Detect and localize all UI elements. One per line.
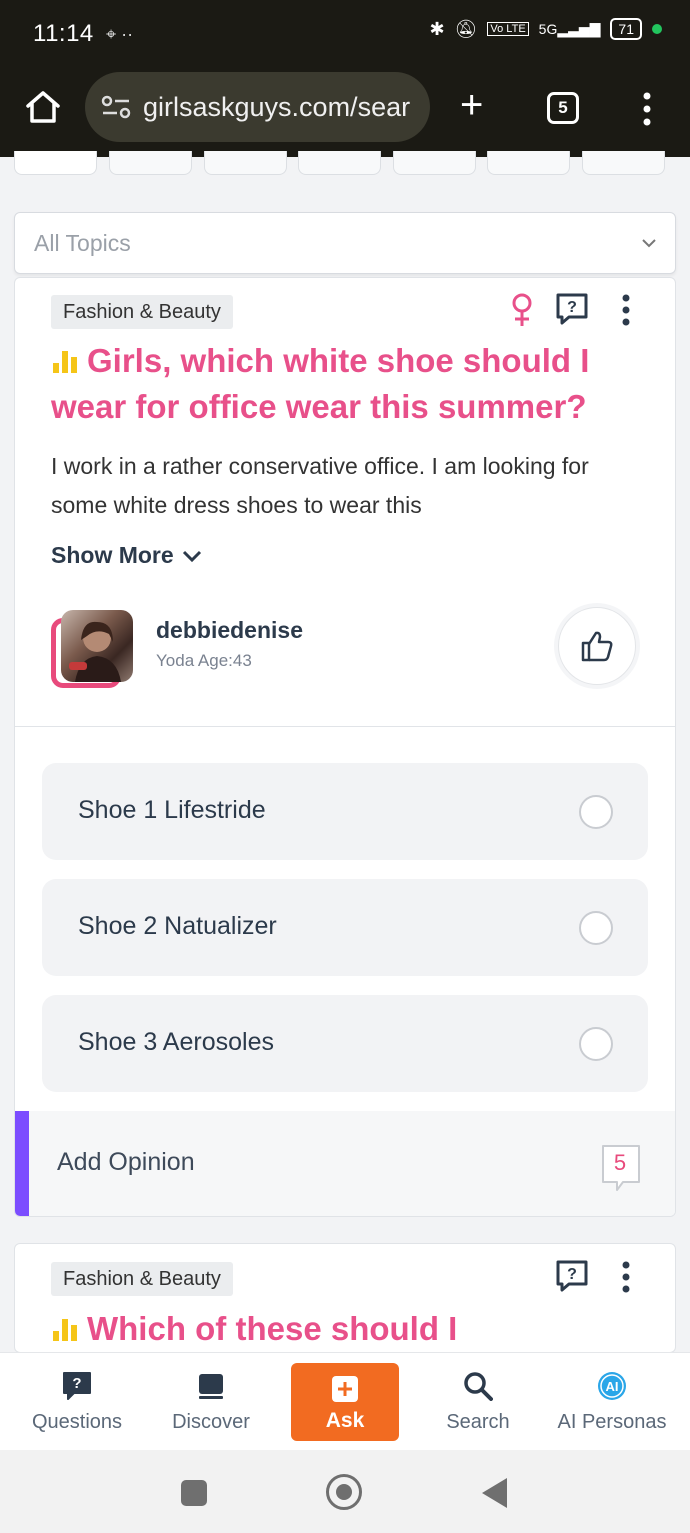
question-body: I work in a rather conservative office. … <box>51 453 589 518</box>
thumbs-up-icon <box>581 631 613 662</box>
battery-indicator: 71 <box>610 18 642 40</box>
question-title[interactable]: Girls, which white shoe should I wear fo… <box>51 338 651 430</box>
url-text: girlsaskguys.com/sear <box>143 91 411 122</box>
volte-icon: Vo LTE <box>487 22 529 36</box>
more-options-icon[interactable] <box>619 294 633 326</box>
signal-icon: 5G▂▃▅▇ <box>538 20 601 37</box>
poll-option-radio[interactable] <box>579 911 613 945</box>
more-options-icon[interactable] <box>619 1261 633 1293</box>
poll-option-radio[interactable] <box>579 1027 613 1061</box>
back-icon[interactable] <box>482 1478 507 1508</box>
ask-button[interactable]: Ask <box>291 1363 399 1441</box>
ai-personas-icon: AI <box>598 1372 626 1400</box>
accent-bar <box>15 1111 29 1216</box>
chevron-down-icon <box>182 550 201 562</box>
question-bubble-icon: ? <box>63 1372 91 1400</box>
filter-chip[interactable] <box>487 151 570 175</box>
poll-option-label: Shoe 1 Lifestride <box>78 796 266 824</box>
bluetooth-icon: ✱ <box>429 18 445 39</box>
poll-icon <box>53 351 77 373</box>
poll-option[interactable]: Shoe 2 Natualizer <box>42 879 648 976</box>
add-opinion-button[interactable]: Add Opinion 5 <box>15 1111 675 1216</box>
search-icon <box>464 1372 493 1401</box>
avatar-image <box>61 610 133 682</box>
opinion-count: 5 <box>613 1150 627 1175</box>
like-button[interactable] <box>558 607 636 685</box>
svg-text:?: ? <box>567 299 577 316</box>
add-icon <box>332 1376 358 1402</box>
url-bar-row: girlsaskguys.com/sear + 5 <box>0 68 690 157</box>
divider <box>15 726 675 727</box>
poll-icon <box>53 1319 77 1341</box>
browser-menu-icon[interactable] <box>640 92 654 126</box>
location-icon: ⌖ ·· <box>106 24 134 44</box>
nav-ai-personas[interactable]: AI AI Personas <box>548 1353 676 1451</box>
author-info: Yoda Age:43 <box>156 651 252 670</box>
status-icons: ✱ 🔕︎ Vo LTE 5G▂▃▅▇ 71 <box>429 18 662 40</box>
poll-option-radio[interactable] <box>579 795 613 829</box>
chevron-down-icon <box>642 239 656 248</box>
filter-chip[interactable] <box>204 151 287 175</box>
tab-switcher-button[interactable]: 5 <box>547 92 579 124</box>
bottom-nav: ? Questions Discover Ask Search AI AI Pe… <box>0 1352 690 1450</box>
mute-icon: 🔕︎ <box>454 18 478 39</box>
category-tag[interactable]: Fashion & Beauty <box>51 1262 233 1296</box>
topic-select-placeholder: All Topics <box>34 230 131 256</box>
nav-discover[interactable]: Discover <box>160 1353 262 1451</box>
site-settings-icon[interactable] <box>101 95 131 119</box>
filter-chip[interactable] <box>109 151 192 175</box>
poll-option-label: Shoe 2 Natualizer <box>78 912 277 940</box>
home-icon[interactable] <box>24 88 62 126</box>
browser-chrome: 11:14 ⌖ ·· ✱ 🔕︎ Vo LTE 5G▂▃▅▇ 71 girlsas… <box>0 0 690 157</box>
poll-option-label: Shoe 3 Aerosoles <box>78 1028 274 1056</box>
filter-chip[interactable] <box>393 151 476 175</box>
svg-text:AI: AI <box>606 1379 619 1394</box>
opinion-count-badge[interactable]: 5 <box>601 1144 641 1194</box>
question-card: Fashion & Beauty ? Girls, which white sh… <box>14 277 676 1217</box>
filter-chip[interactable] <box>298 151 381 175</box>
status-time: 11:14 <box>33 20 94 47</box>
privacy-dot-icon <box>652 24 662 34</box>
question-card: Fashion & Beauty ? Which of these should… <box>14 1243 676 1353</box>
add-opinion-label: Add Opinion <box>57 1148 195 1176</box>
question-bubble-icon[interactable]: ? <box>555 1259 589 1293</box>
address-bar[interactable]: girlsaskguys.com/sear <box>85 72 430 142</box>
topic-select[interactable]: All Topics <box>14 212 676 274</box>
nav-questions[interactable]: ? Questions <box>18 1353 136 1451</box>
poll-option[interactable]: Shoe 1 Lifestride <box>42 763 648 860</box>
filter-chip[interactable] <box>14 151 97 175</box>
show-more-button[interactable]: Show More <box>51 542 202 569</box>
home-circle-icon[interactable] <box>326 1474 362 1510</box>
avatar[interactable] <box>51 608 135 692</box>
filter-chips <box>14 151 690 179</box>
status-bar: 11:14 ⌖ ·· ✱ 🔕︎ Vo LTE 5G▂▃▅▇ 71 <box>0 0 690 68</box>
question-title[interactable]: Which of these should I <box>51 1306 651 1352</box>
female-icon <box>512 293 532 326</box>
author-name[interactable]: debbiedenise <box>156 617 303 644</box>
question-bubble-icon[interactable]: ? <box>555 292 589 326</box>
system-nav-bar <box>0 1450 690 1533</box>
svg-text:?: ? <box>567 1266 577 1283</box>
filter-chip[interactable] <box>582 151 665 175</box>
svg-text:?: ? <box>72 1375 81 1392</box>
category-tag[interactable]: Fashion & Beauty <box>51 295 233 329</box>
nav-search[interactable]: Search <box>430 1353 526 1451</box>
new-tab-button[interactable]: + <box>460 85 483 125</box>
recents-icon[interactable] <box>181 1480 207 1506</box>
poll-option[interactable]: Shoe 3 Aerosoles <box>42 995 648 1092</box>
discover-icon <box>199 1374 223 1399</box>
